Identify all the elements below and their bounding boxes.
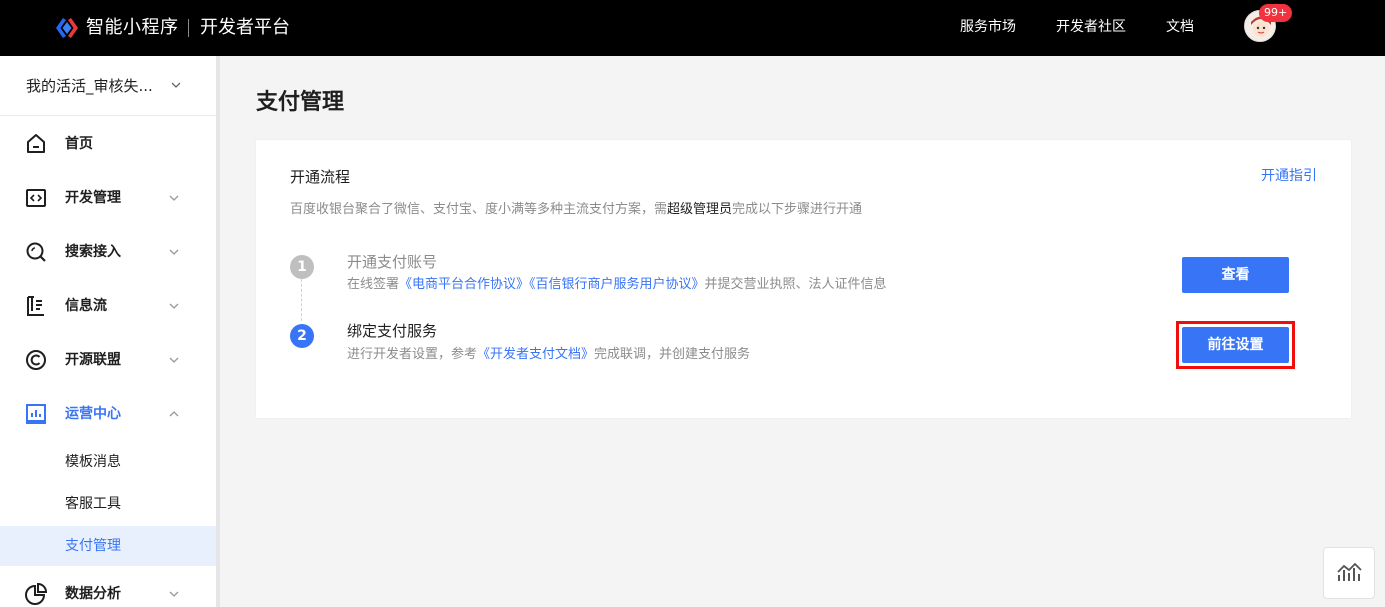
sidebar-item-label: 开源联盟 — [65, 352, 121, 368]
chevron-down-icon — [169, 249, 179, 255]
sidebar-item-open-source-alliance[interactable]: 开源联盟 — [0, 340, 216, 380]
chevron-down-icon — [169, 195, 179, 201]
open-source-icon — [26, 350, 46, 370]
page-title: 支付管理 — [256, 90, 345, 115]
sidebar-item-label: 运营中心 — [65, 406, 121, 422]
floating-analytics-button[interactable] — [1323, 547, 1375, 599]
step-connector-line — [301, 279, 302, 321]
brand-divider — [188, 19, 189, 37]
app-switcher-label: 我的活活_审核失... — [26, 77, 153, 95]
card-description-text: 百度收银台聚合了微信、支付宝、度小满等多种主流支付方案，需 — [290, 202, 668, 217]
sidebar-item-label: 数据分析 — [65, 586, 121, 602]
step-2-desc-text: 进行开发者设置，参考 — [347, 347, 478, 362]
sidebar-item-label: 开发管理 — [65, 190, 121, 206]
platform-name: 开发者平台 — [200, 17, 290, 38]
sidebar-item-label: 搜索接入 — [65, 244, 121, 260]
step-2-number: 2 — [290, 324, 314, 348]
brand-name[interactable]: 智能小程序 — [86, 15, 179, 41]
chevron-down-icon — [169, 357, 179, 363]
chevron-down-icon — [169, 591, 179, 597]
sidebar-scrollbar[interactable] — [216, 56, 220, 607]
operations-icon — [26, 404, 46, 424]
step-1-description: 在线签署《电商平台合作协议》《百信银行商户服务用户协议》并提交营业执照、法人证件… — [347, 275, 887, 295]
nav-service-market-link[interactable]: 服务市场 — [960, 17, 1016, 37]
sidebar-item-search-access[interactable]: 搜索接入 — [0, 232, 216, 272]
card-title: 开通流程 — [290, 168, 351, 186]
sidebar-item-operations-center[interactable]: 运营中心 — [0, 394, 216, 434]
step-2-desc-text: 完成联调，并创建支付服务 — [594, 347, 751, 362]
go-to-settings-button[interactable]: 前往设置 — [1182, 327, 1289, 363]
step-2-title: 绑定支付服务 — [347, 322, 438, 340]
nav-developer-community-link[interactable]: 开发者社区 — [1056, 17, 1126, 37]
sidebar: 我的活活_审核失... 首页 开发管理 搜索接入 信息流 开源联盟 运营中心 模… — [0, 56, 216, 607]
step-2-description: 进行开发者设置，参考《开发者支付文档》完成联调，并创建支付服务 — [347, 345, 750, 365]
sidebar-subitem-customer-service-tools[interactable]: 客服工具 — [0, 484, 216, 524]
app-switcher[interactable]: 我的活活_审核失... — [0, 56, 216, 116]
home-icon — [27, 134, 45, 153]
card-description-text: 完成以下步骤进行开通 — [732, 202, 863, 217]
sidebar-item-dev-management[interactable]: 开发管理 — [0, 178, 216, 218]
sidebar-item-feed[interactable]: 信息流 — [0, 286, 216, 326]
sidebar-subitem-label: 模板消息 — [65, 454, 121, 470]
step-1-number: 1 — [290, 255, 314, 279]
step-1-desc-text: 在线签署 — [347, 277, 400, 292]
ecommerce-agreement-link[interactable]: 《电商平台合作协议》 — [399, 277, 529, 292]
sidebar-item-home[interactable]: 首页 — [0, 124, 216, 164]
sidebar-item-data-analysis[interactable]: 数据分析 — [0, 574, 216, 607]
smart-mini-program-logo-icon[interactable] — [54, 15, 80, 41]
top-bar: 智能小程序 开发者平台 服务市场 开发者社区 文档 99+ — [0, 0, 1385, 56]
sidebar-subitem-label: 支付管理 — [65, 538, 121, 554]
step-1-title: 开通支付账号 — [347, 253, 438, 271]
feed-icon — [27, 296, 44, 316]
activation-process-card: 开通流程 开通指引 百度收银台聚合了微信、支付宝、度小满等多种主流支付方案，需超… — [256, 140, 1351, 418]
sidebar-subitem-payment-management[interactable]: 支付管理 — [0, 526, 216, 566]
developer-payment-docs-link[interactable]: 《开发者支付文档》 — [477, 347, 594, 362]
chart-trend-icon — [1337, 562, 1362, 581]
sidebar-item-label: 信息流 — [65, 298, 107, 314]
search-icon — [26, 242, 46, 262]
card-description: 百度收银台聚合了微信、支付宝、度小满等多种主流支付方案，需超级管理员完成以下步骤… — [290, 200, 862, 220]
sidebar-item-label: 首页 — [65, 136, 93, 152]
chevron-up-icon — [169, 411, 179, 417]
sidebar-subitem-template-messages[interactable]: 模板消息 — [0, 442, 216, 482]
view-button[interactable]: 查看 — [1182, 257, 1289, 293]
super-admin-text: 超级管理员 — [667, 202, 733, 217]
notification-badge[interactable]: 99+ — [1259, 4, 1293, 22]
data-analysis-icon — [25, 582, 48, 605]
activation-guide-link[interactable]: 开通指引 — [1261, 166, 1317, 186]
chevron-down-icon — [169, 303, 179, 309]
sidebar-subitem-label: 客服工具 — [65, 496, 121, 512]
chevron-down-icon — [171, 82, 181, 88]
baixin-bank-agreement-link[interactable]: 《百信银行商户服务用户协议》 — [529, 277, 705, 292]
code-icon — [26, 189, 46, 207]
step-1-desc-text: 并提交营业执照、法人证件信息 — [704, 277, 887, 292]
nav-docs-link[interactable]: 文档 — [1166, 17, 1194, 37]
